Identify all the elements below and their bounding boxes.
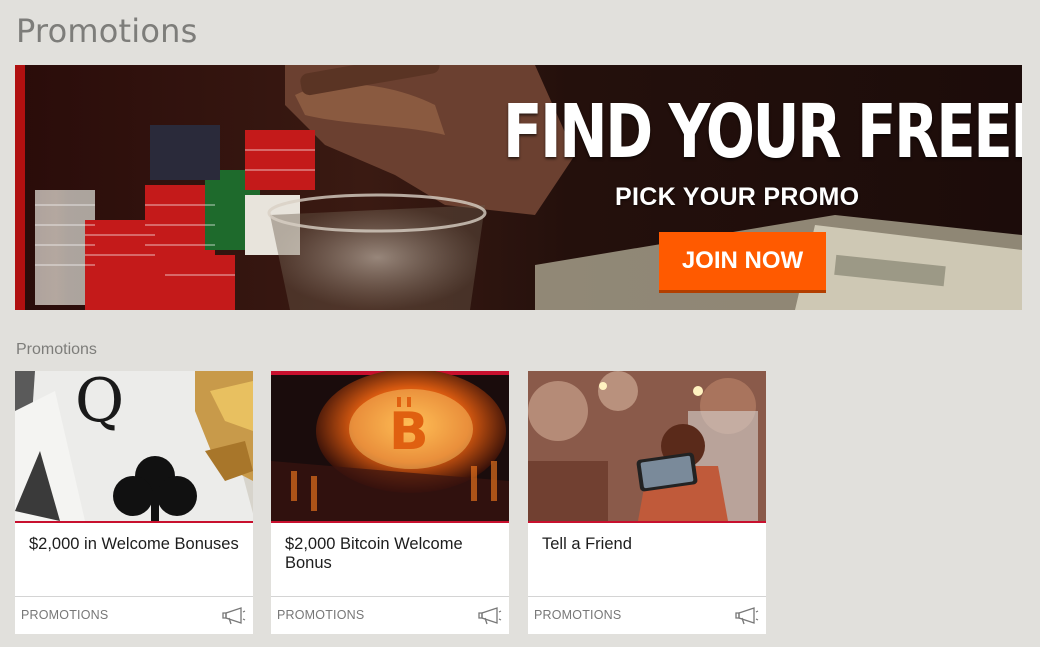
hero-subheadline: PICK YOUR PROMO bbox=[615, 183, 860, 211]
card-category-label: PROMOTIONS bbox=[277, 608, 365, 622]
card-image-friends-party bbox=[528, 371, 766, 523]
card-category-label: PROMOTIONS bbox=[534, 608, 622, 622]
promo-hero-banner[interactable]: FIND YOUR FREEDOM PICK YOUR PROMO JOIN N… bbox=[15, 65, 1022, 310]
card-footer: PROMOTIONS bbox=[271, 596, 509, 634]
promo-card-tell-a-friend[interactable]: Tell a Friend PROMOTIONS bbox=[528, 371, 766, 634]
card-image-playing-cards: Q bbox=[15, 371, 253, 523]
hero-headline: FIND YOUR FREEDOM bbox=[503, 89, 1022, 175]
promo-card-welcome-bonuses[interactable]: Q $2,000 in Welcome Bonuses PROMOTIONS bbox=[15, 371, 253, 634]
card-title: $2,000 in Welcome Bonuses bbox=[29, 535, 239, 553]
join-now-button[interactable]: JOIN NOW bbox=[659, 232, 826, 290]
card-footer: PROMOTIONS bbox=[528, 596, 766, 634]
megaphone-icon bbox=[735, 607, 759, 625]
card-category-label: PROMOTIONS bbox=[21, 608, 109, 622]
svg-text:Q: Q bbox=[75, 371, 124, 436]
promotions-section-label: Promotions bbox=[16, 341, 97, 358]
megaphone-icon bbox=[222, 607, 246, 625]
card-image-bitcoin: B bbox=[271, 371, 509, 523]
card-title: Tell a Friend bbox=[542, 535, 632, 553]
card-footer: PROMOTIONS bbox=[15, 596, 253, 634]
promo-card-bitcoin-welcome-bonus[interactable]: B $2,000 Bitcoin Welcome Bonus PROMOTION… bbox=[271, 371, 509, 634]
megaphone-icon bbox=[478, 607, 502, 625]
page-title: Promotions bbox=[16, 12, 198, 50]
card-title: $2,000 Bitcoin Welcome Bonus bbox=[285, 535, 463, 572]
svg-text:B: B bbox=[389, 402, 429, 462]
